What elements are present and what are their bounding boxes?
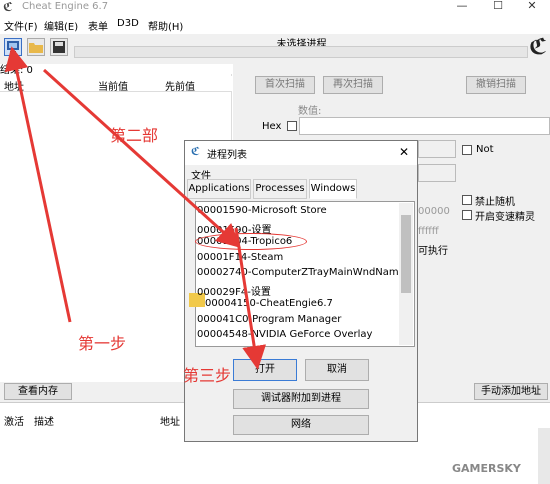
annotation-arrows: [4, 46, 267, 370]
step2-arrow: [42, 68, 241, 249]
step3-arrow: [234, 227, 267, 370]
step2-annotation: 第二部: [110, 126, 159, 145]
watermark: GAMERSKY: [452, 462, 521, 475]
step1-arrow: [4, 46, 72, 323]
step1-annotation: 第一步: [78, 334, 127, 353]
step3-annotation: 第三步: [183, 366, 232, 385]
